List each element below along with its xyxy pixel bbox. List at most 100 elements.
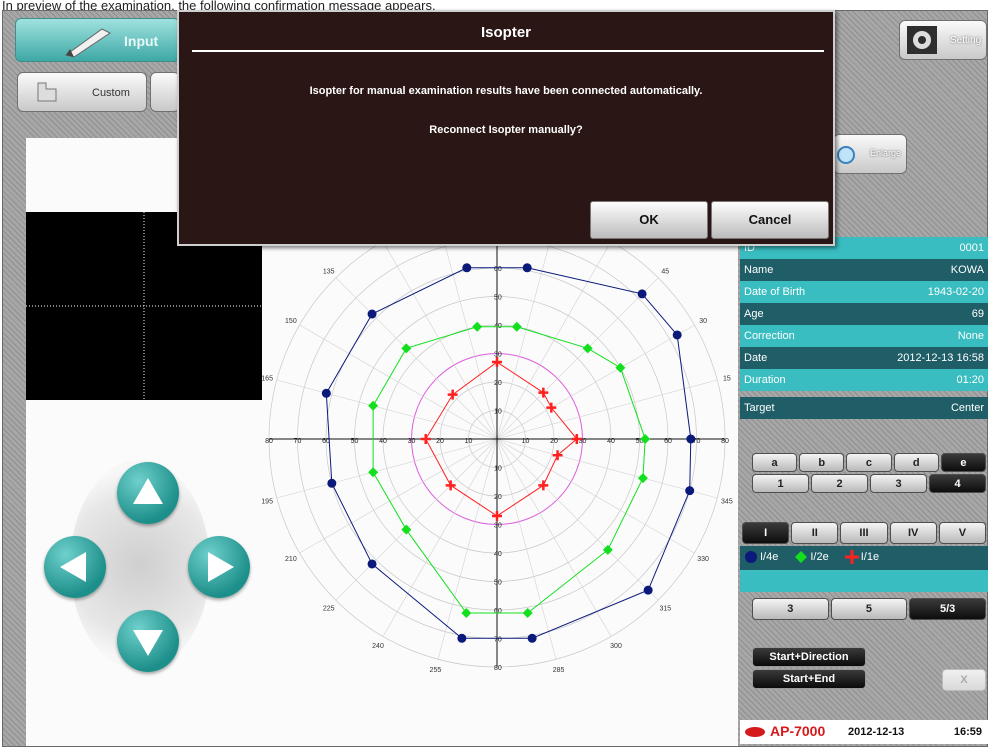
isopter-point <box>367 309 377 319</box>
patient-field-value: KOWA <box>950 264 984 276</box>
start-end-button[interactable]: Start+End <box>752 669 866 689</box>
legend-label: I/2e <box>810 551 829 563</box>
axis-tick-label: 20 <box>436 438 444 445</box>
stimulus-letter-button[interactable]: e <box>940 453 986 472</box>
angle-label: 210 <box>285 556 297 563</box>
angle-label: 315 <box>659 605 671 612</box>
start-direction-button[interactable]: Start+Direction <box>752 647 866 667</box>
speed-option-button[interactable]: 3 <box>752 598 829 620</box>
grid-spoke <box>299 324 498 440</box>
input-button[interactable]: Input <box>15 18 180 62</box>
up-arrow-icon <box>133 478 163 504</box>
cross-marker-icon <box>844 550 859 564</box>
stimulus-number-button[interactable]: 4 <box>929 474 986 493</box>
isopter-point <box>685 486 695 496</box>
enlarge-button[interactable]: Enlarge <box>833 134 907 174</box>
angle-label: 15 <box>723 375 731 382</box>
isopter-point <box>472 321 483 332</box>
dialog-message-1: Isopter for manual examination results h… <box>309 85 703 97</box>
stimulus-letter-button[interactable]: c <box>846 453 892 472</box>
axis-tick-label: 50 <box>494 295 502 302</box>
angle-label: 165 <box>262 375 273 382</box>
ok-button[interactable]: OK <box>590 201 708 239</box>
patient-row: Date of Birth 1943-02-20 <box>740 281 988 303</box>
axis-tick-label: 30 <box>494 523 502 530</box>
stimulus-size-button[interactable]: V <box>938 522 986 544</box>
patient-field-value: 0001 <box>959 242 984 254</box>
kowa-logo <box>745 727 765 737</box>
axis-tick-label: 10 <box>522 438 530 445</box>
grid-spoke <box>496 277 659 440</box>
speed-option-button[interactable]: 5/3 <box>909 598 986 620</box>
stimulus-size-button[interactable]: IV <box>889 522 937 544</box>
axis-tick-label: 10 <box>465 438 473 445</box>
angle-label: 330 <box>697 556 709 563</box>
patient-field-label: Correction <box>744 330 795 342</box>
dialog-title: Isopter <box>480 24 531 41</box>
diamond-marker-icon <box>795 551 808 563</box>
close-button[interactable]: X <box>942 669 986 691</box>
down-arrow-icon <box>133 630 163 656</box>
grid-spoke <box>496 438 557 660</box>
isopter-point <box>457 633 467 643</box>
axis-tick-label: 50 <box>351 438 359 445</box>
isopter-point <box>492 510 502 521</box>
angle-label: 30 <box>699 318 707 325</box>
stimulus-size-button[interactable]: III <box>840 522 888 544</box>
patient-row: Age 69 <box>740 303 988 325</box>
axis-tick-label: 40 <box>494 551 502 558</box>
isopter-point <box>492 357 502 368</box>
patient-field-label: Age <box>744 308 764 320</box>
stimulus-letter-button[interactable]: b <box>799 453 845 472</box>
brand-name: AP-7000 <box>770 723 826 739</box>
stimulus-number-button[interactable]: 3 <box>870 474 927 493</box>
stimulus-letter-button[interactable]: d <box>893 453 939 472</box>
isopter-point <box>637 473 648 484</box>
axis-tick-label: 80 <box>494 665 502 672</box>
angle-label: 300 <box>610 643 622 650</box>
axis-tick-label: 40 <box>379 438 387 445</box>
left-arrow-button[interactable] <box>44 536 106 598</box>
legend-label: I/4e <box>760 551 779 563</box>
stimulus-letter-button[interactable]: a <box>752 453 798 472</box>
grid-spoke <box>276 379 498 440</box>
custom-button[interactable]: Custom <box>17 72 147 112</box>
setting-button[interactable]: Setting <box>899 20 987 60</box>
angle-label: 285 <box>553 667 565 674</box>
left-arrow-icon <box>60 552 86 582</box>
patient-field-value: 69 <box>971 308 984 320</box>
grid-spoke <box>382 438 498 637</box>
isopter-point <box>367 559 377 569</box>
axis-tick-label: 70 <box>494 637 502 644</box>
footer-bar: AP-7000 2012-12-13 16:59 <box>740 720 988 744</box>
isopter-point <box>643 585 653 595</box>
legend-label: I/1e <box>860 551 880 563</box>
stimulus-size-button[interactable]: I <box>742 522 790 544</box>
cancel-button[interactable]: Cancel <box>711 201 829 239</box>
right-arrow-icon <box>208 552 234 582</box>
angle-label: 345 <box>721 499 733 506</box>
legend-item: I/1e <box>844 550 880 564</box>
grid-spoke <box>496 438 718 499</box>
patient-row: Duration 01:20 <box>740 369 988 391</box>
up-arrow-button[interactable] <box>117 462 179 524</box>
isopter-dialog: Isopter Isopter for manual examination r… <box>177 10 835 246</box>
stimulus-number-button[interactable]: 1 <box>752 474 809 493</box>
axis-tick-label: 60 <box>494 608 502 615</box>
isopter-point <box>522 608 533 619</box>
axis-tick-label: 20 <box>494 494 502 501</box>
magnifier-icon <box>837 146 855 164</box>
gear-icon <box>907 26 937 54</box>
stimulus-size-button[interactable]: II <box>791 522 839 544</box>
down-arrow-button[interactable] <box>117 610 179 672</box>
dialog-message-2: Reconnect Isopter manually? <box>429 124 583 136</box>
setting-label: Setting <box>950 35 982 46</box>
speed-option-button[interactable]: 5 <box>830 598 908 620</box>
right-arrow-button[interactable] <box>188 536 250 598</box>
second-tool-button[interactable] <box>150 72 180 112</box>
isopter-point <box>462 263 472 273</box>
stimulus-number-button[interactable]: 2 <box>811 474 868 493</box>
patient-field-value: None <box>957 330 984 342</box>
isopter-point <box>321 388 331 398</box>
isopter-point <box>368 400 379 411</box>
